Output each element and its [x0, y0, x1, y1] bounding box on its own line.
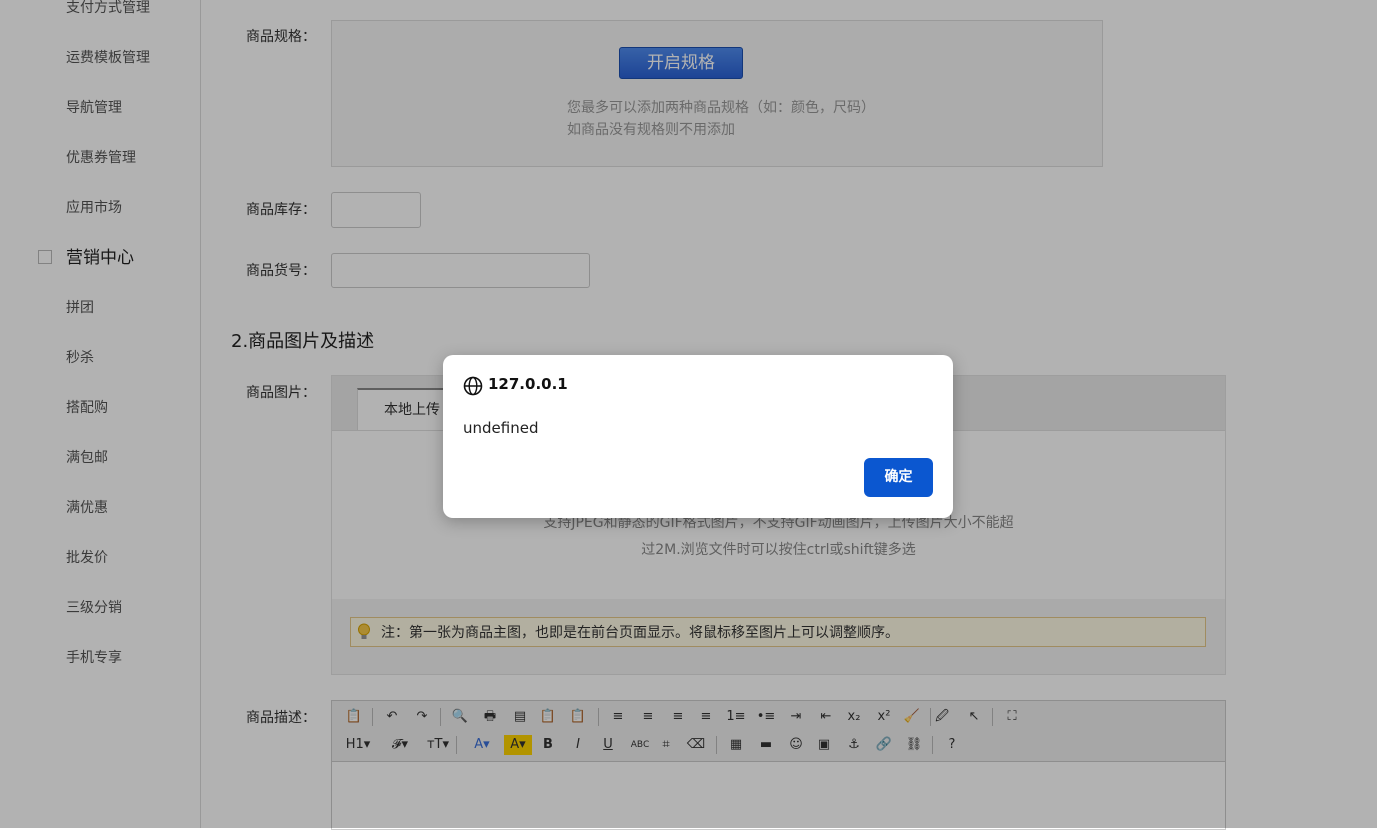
alert-dialog: 127.0.0.1 undefined 确定: [443, 355, 953, 518]
ok-button[interactable]: 确定: [864, 458, 933, 497]
globe-icon: [463, 376, 483, 396]
dialog-origin: 127.0.0.1: [488, 375, 568, 393]
dialog-message: undefined: [463, 419, 539, 437]
